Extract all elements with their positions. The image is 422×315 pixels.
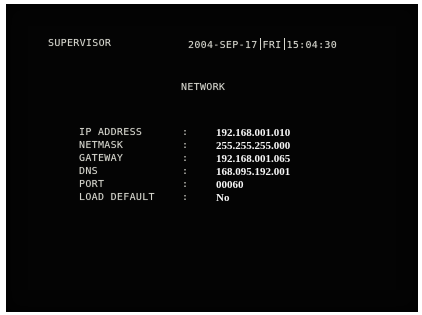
setting-colon: : bbox=[182, 153, 189, 164]
setting-value-dns[interactable]: 168.095.192.001 bbox=[216, 166, 290, 178]
setting-label-port: PORT bbox=[79, 179, 105, 190]
setting-value-netmask[interactable]: 255.255.255.000 bbox=[216, 140, 290, 152]
setting-colon: : bbox=[182, 166, 189, 177]
setting-value-gateway[interactable]: 192.168.001.065 bbox=[216, 153, 290, 165]
monitor-frame: SUPERVISOR 2004-SEP-17 FRI 15:04:30 NETWOR… bbox=[2, 2, 420, 313]
setting-label-gateway: GATEWAY bbox=[79, 153, 124, 164]
datetime-display: 2004-SEP-17 FRI 15:04:30 bbox=[188, 38, 337, 51]
user-label: SUPERVISOR bbox=[48, 38, 112, 49]
page-title: NETWORK bbox=[181, 82, 226, 93]
separator-bar bbox=[283, 38, 285, 50]
setting-label-ip-address: IP ADDRESS bbox=[79, 127, 143, 138]
setting-label-dns: DNS bbox=[79, 166, 98, 177]
setting-value-ip-address[interactable]: 192.168.001.010 bbox=[216, 127, 290, 139]
setting-value-load-default[interactable]: No bbox=[216, 192, 229, 204]
setting-colon: : bbox=[182, 140, 189, 151]
setting-label-load-default: LOAD DEFAULT bbox=[79, 192, 155, 203]
setting-value-port[interactable]: 00060 bbox=[216, 179, 244, 191]
setting-colon: : bbox=[182, 179, 189, 190]
time-text: 15:04:30 bbox=[286, 40, 338, 51]
weekday-text: FRI bbox=[262, 40, 282, 51]
separator-bar bbox=[259, 38, 261, 50]
osd-screen: SUPERVISOR 2004-SEP-17 FRI 15:04:30 NETWOR… bbox=[6, 4, 418, 312]
setting-colon: : bbox=[182, 127, 189, 138]
setting-label-netmask: NETMASK bbox=[79, 140, 124, 151]
date-text: 2004-SEP-17 bbox=[188, 40, 258, 51]
setting-colon: : bbox=[182, 192, 189, 203]
